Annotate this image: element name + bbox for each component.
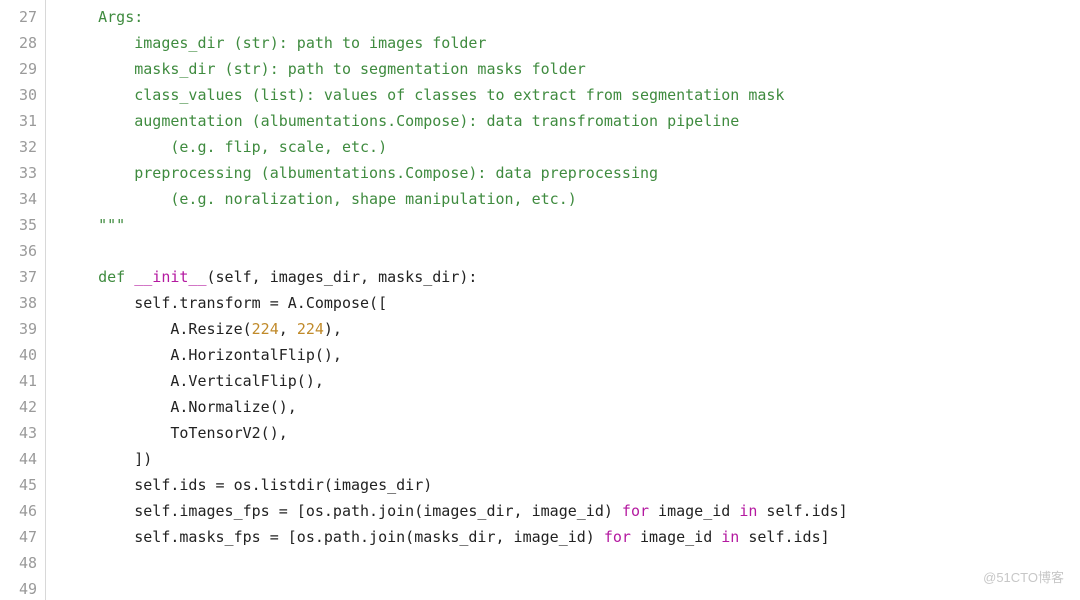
watermark: @51CTO博客	[983, 567, 1064, 586]
line-number: 33	[0, 160, 37, 186]
line-number: 32	[0, 134, 37, 160]
code-line: ])	[62, 446, 1080, 472]
line-number: 27	[0, 4, 37, 30]
code-line: self.ids = os.listdir(images_dir)	[62, 472, 1080, 498]
line-number: 45	[0, 472, 37, 498]
line-number: 28	[0, 30, 37, 56]
code-line: (e.g. flip, scale, etc.)	[62, 134, 1080, 160]
code-line: def __init__(self, images_dir, masks_dir…	[62, 264, 1080, 290]
code-line: (e.g. noralization, shape manipulation, …	[62, 186, 1080, 212]
code-line: preprocessing (albumentations.Compose): …	[62, 160, 1080, 186]
code-line	[62, 238, 1080, 264]
line-number: 34	[0, 186, 37, 212]
code-line: self.masks_fps = [os.path.join(masks_dir…	[62, 524, 1080, 550]
code-line: masks_dir (str): path to segmentation ma…	[62, 56, 1080, 82]
line-number: 31	[0, 108, 37, 134]
line-number: 42	[0, 394, 37, 420]
line-number: 38	[0, 290, 37, 316]
code-line: self.images_fps = [os.path.join(images_d…	[62, 498, 1080, 524]
code-line: A.Normalize(),	[62, 394, 1080, 420]
code-line	[62, 550, 1080, 576]
code-line: A.Resize(224, 224),	[62, 316, 1080, 342]
code-block: 2728293031323334353637383940414243444546…	[0, 0, 1080, 600]
line-number: 35	[0, 212, 37, 238]
line-number: 47	[0, 524, 37, 550]
code-line: ToTensorV2(),	[62, 420, 1080, 446]
code-line: """	[62, 212, 1080, 238]
line-number: 44	[0, 446, 37, 472]
code-line: A.HorizontalFlip(),	[62, 342, 1080, 368]
line-number: 41	[0, 368, 37, 394]
line-number: 40	[0, 342, 37, 368]
code-line: self.transform = A.Compose([	[62, 290, 1080, 316]
code-line: A.VerticalFlip(),	[62, 368, 1080, 394]
code-line: Args:	[62, 4, 1080, 30]
line-number: 36	[0, 238, 37, 264]
code-line: images_dir (str): path to images folder	[62, 30, 1080, 56]
line-number-gutter: 2728293031323334353637383940414243444546…	[0, 0, 46, 600]
line-number: 37	[0, 264, 37, 290]
code-line: augmentation (albumentations.Compose): d…	[62, 108, 1080, 134]
code-line	[62, 576, 1080, 600]
line-number: 46	[0, 498, 37, 524]
line-number: 48	[0, 550, 37, 576]
code-line: class_values (list): values of classes t…	[62, 82, 1080, 108]
line-number: 29	[0, 56, 37, 82]
line-number: 39	[0, 316, 37, 342]
line-number: 43	[0, 420, 37, 446]
line-number: 30	[0, 82, 37, 108]
line-number: 49	[0, 576, 37, 600]
code-source: Args: images_dir (str): path to images f…	[46, 0, 1080, 600]
